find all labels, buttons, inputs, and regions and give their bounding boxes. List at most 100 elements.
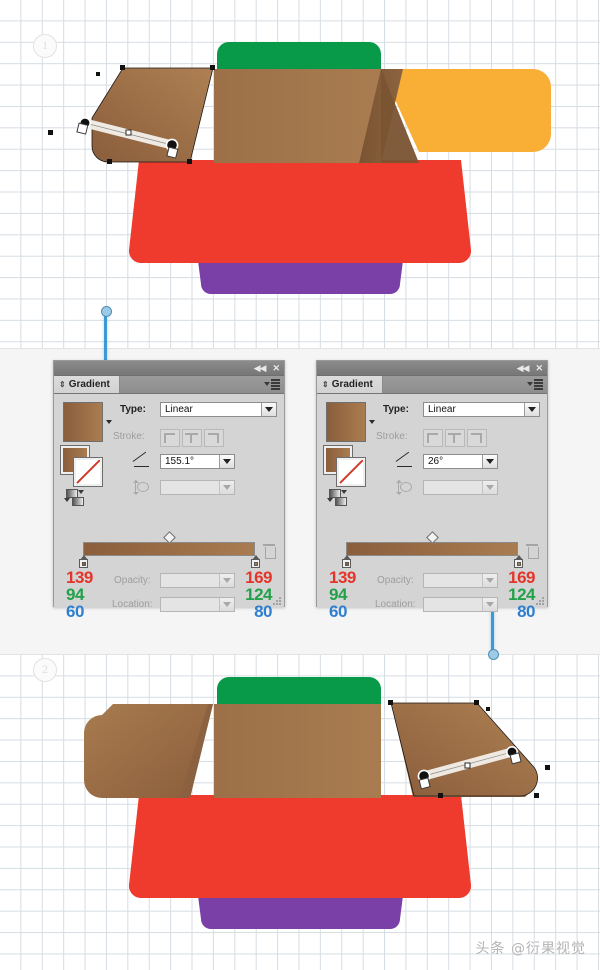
- gradient-stop-right[interactable]: [514, 555, 523, 568]
- chevron-down-icon: [482, 455, 497, 468]
- angle-select[interactable]: 155.1°: [160, 454, 235, 469]
- gradient-panel-left[interactable]: ◀◀ ✕ ⇕ Gradient Type: Linear Stroke: 155…: [53, 360, 285, 620]
- gradient-slider[interactable]: [342, 531, 523, 568]
- type-select[interactable]: Linear: [160, 402, 277, 417]
- location-label: Location:: [112, 599, 153, 610]
- location-label: Location:: [375, 599, 416, 610]
- tab-label: Gradient: [68, 379, 110, 390]
- resize-grip[interactable]: [273, 597, 281, 605]
- collapse-icon[interactable]: ◀◀: [254, 363, 267, 374]
- stop-right-rgb-readout: 169 124 80: [245, 569, 272, 620]
- chevron-down-icon: [219, 574, 234, 587]
- stop-right-g: 124: [508, 585, 535, 604]
- chevron-down-icon[interactable]: [369, 420, 375, 424]
- stop-left-rgb-readout: 139 94 60: [329, 569, 356, 620]
- shape-brown-body-front: [214, 704, 381, 798]
- opacity-select[interactable]: [160, 573, 235, 588]
- aspect-ratio-select[interactable]: [160, 480, 235, 495]
- collapse-icon[interactable]: ◀◀: [517, 363, 530, 374]
- panel-titlebar[interactable]: ◀◀ ✕: [317, 361, 547, 376]
- stop-left-r: 139: [329, 568, 356, 587]
- angle-icon: [132, 451, 149, 467]
- type-label: Type:: [383, 404, 409, 415]
- band-divider-top: [0, 348, 600, 349]
- stop-right-g: 124: [245, 585, 272, 604]
- stroke-label: Stroke:: [113, 431, 145, 442]
- gradient-panel-right[interactable]: ◀◀ ✕ ⇕ Gradient Type: Linear Stroke: 26°…: [316, 360, 548, 620]
- tabrow-filler: [120, 376, 284, 393]
- step-badge-1: 1: [33, 34, 57, 58]
- chevron-down-icon: [482, 481, 497, 494]
- fill-stroke-indicator[interactable]: [323, 445, 366, 487]
- stroke-label: Stroke:: [376, 431, 408, 442]
- tab-gradient[interactable]: ⇕ Gradient: [54, 376, 120, 393]
- panel-menu-icon[interactable]: [527, 379, 543, 390]
- stroke-gradient-buttons[interactable]: [423, 429, 487, 447]
- stop-left-r: 139: [66, 568, 93, 587]
- location-select[interactable]: [423, 597, 498, 612]
- stop-left-b: 60: [66, 602, 84, 621]
- illustration-step1: [48, 42, 551, 294]
- angle-value: 26°: [428, 456, 444, 467]
- stop-left-g: 94: [66, 585, 84, 604]
- panel-tabrow: ⇕ Gradient: [54, 376, 284, 394]
- stroke-across-button[interactable]: [204, 429, 224, 447]
- tab-gradient[interactable]: ⇕ Gradient: [317, 376, 383, 393]
- type-label: Type:: [120, 404, 146, 415]
- stop-left-g: 94: [329, 585, 347, 604]
- stroke-swatch-none[interactable]: [73, 457, 103, 487]
- stroke-swatch-none[interactable]: [336, 457, 366, 487]
- resize-grip[interactable]: [536, 597, 544, 605]
- stroke-within-button[interactable]: [160, 429, 180, 447]
- gradient-stop-left[interactable]: [342, 555, 351, 568]
- stop-right-b: 80: [517, 602, 535, 621]
- angle-select[interactable]: 26°: [423, 454, 498, 469]
- stop-left-b: 60: [329, 602, 347, 621]
- stroke-gradient-buttons[interactable]: [160, 429, 224, 447]
- type-select-value: Linear: [428, 404, 456, 415]
- connector-line-bottom: [491, 607, 494, 653]
- type-select[interactable]: Linear: [423, 402, 540, 417]
- close-icon[interactable]: ✕: [535, 363, 543, 374]
- angle-value: 155.1°: [165, 456, 195, 467]
- panel-menu-icon[interactable]: [264, 379, 280, 390]
- shape-selected-left-flap: [92, 68, 213, 162]
- panel-titlebar[interactable]: ◀◀ ✕: [54, 361, 284, 376]
- stop-right-r: 169: [245, 568, 272, 587]
- connector-dot-bottom: [488, 649, 499, 660]
- opacity-label: Opacity:: [114, 575, 151, 586]
- chevron-down-icon: [482, 598, 497, 611]
- chevron-down-icon: [482, 574, 497, 587]
- panel-tabrow: ⇕ Gradient: [317, 376, 547, 394]
- stroke-along-button[interactable]: [182, 429, 202, 447]
- gradient-stop-right[interactable]: [251, 555, 260, 568]
- stroke-along-button[interactable]: [445, 429, 465, 447]
- stop-right-rgb-readout: 169 124 80: [508, 569, 535, 620]
- close-icon[interactable]: ✕: [272, 363, 280, 374]
- angle-icon: [395, 451, 412, 467]
- chevron-down-icon[interactable]: [106, 420, 112, 424]
- aspect-ratio-select[interactable]: [423, 480, 498, 495]
- opacity-label: Opacity:: [377, 575, 414, 586]
- tab-label: Gradient: [331, 379, 373, 390]
- gradient-stop-left[interactable]: [79, 555, 88, 568]
- stroke-within-button[interactable]: [423, 429, 443, 447]
- chevron-down-icon: [261, 403, 276, 416]
- gradient-fill-target-icon[interactable]: [327, 489, 349, 506]
- tab-grip-icon: ⇕: [322, 380, 329, 389]
- connector-line-top: [104, 312, 107, 360]
- location-select[interactable]: [160, 597, 235, 612]
- aspect-ratio-icon: [396, 480, 412, 495]
- gradient-preview-swatch[interactable]: [326, 402, 366, 442]
- panel-body: Type: Linear Stroke: 26° 139 94 60 169 1…: [317, 394, 547, 620]
- fill-stroke-indicator[interactable]: [60, 445, 103, 487]
- chevron-down-icon: [219, 481, 234, 494]
- opacity-select[interactable]: [423, 573, 498, 588]
- delete-stop-icon[interactable]: [526, 544, 539, 559]
- delete-stop-icon[interactable]: [263, 544, 276, 559]
- gradient-slider[interactable]: [79, 531, 260, 568]
- gradient-fill-target-icon[interactable]: [64, 489, 86, 506]
- gradient-preview-swatch[interactable]: [63, 402, 103, 442]
- aspect-ratio-icon: [133, 480, 149, 495]
- stroke-across-button[interactable]: [467, 429, 487, 447]
